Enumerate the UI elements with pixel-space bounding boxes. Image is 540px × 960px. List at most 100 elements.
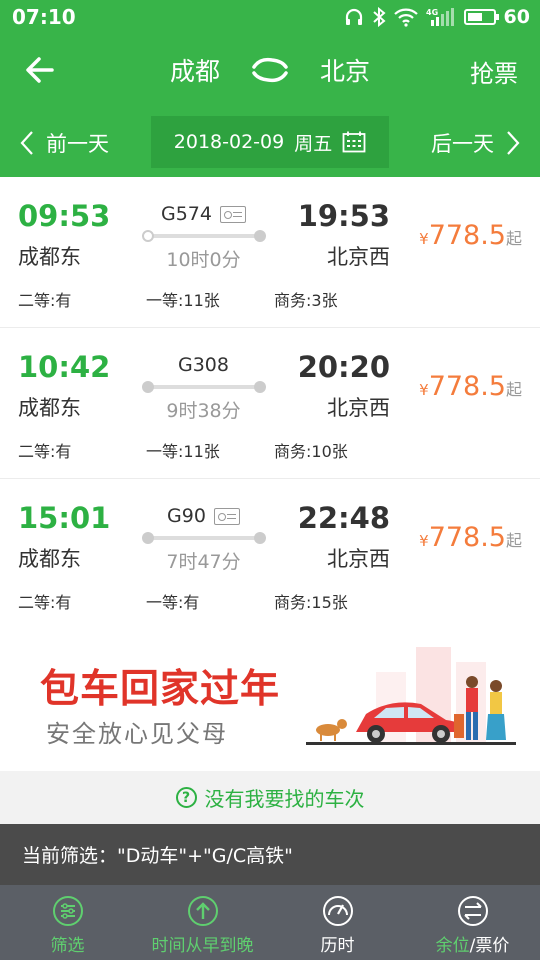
filter-icon [52, 896, 83, 926]
departure-station: 成都东 [18, 547, 81, 571]
seat-business-class: 商务:10张 [274, 442, 348, 461]
not-found-link[interactable]: ? 没有我要找的车次 [0, 771, 540, 824]
battery-percent: 60 [503, 6, 530, 28]
date-selector[interactable]: 2018-02-09 周五 [151, 116, 389, 168]
price-value: 778.5 [428, 522, 506, 553]
track-start-dot [142, 381, 154, 393]
arrival-station: 北京西 [327, 245, 390, 269]
price-value: 778.5 [428, 220, 506, 251]
nav-sort-time[interactable]: 时间从早到晚 [135, 885, 270, 960]
battery-icon [463, 9, 499, 25]
departure-time: 15:01 [18, 501, 111, 535]
bluetooth-icon [372, 7, 386, 27]
route: 成都 北京 [0, 52, 540, 88]
next-day-button[interactable]: 后一天 [431, 128, 520, 158]
arrival-time: 19:53 [297, 199, 390, 233]
route-track [142, 230, 266, 242]
nav-duration[interactable]: 历时 [270, 885, 405, 960]
arrival-time: 22:48 [297, 501, 390, 535]
seat-business-class: 商务:3张 [274, 291, 338, 310]
ad-banner[interactable]: 包车回家过年 安全放心见父母 [0, 628, 540, 771]
arrow-up-circle-icon [187, 896, 218, 926]
price-suffix: 起 [505, 229, 522, 248]
price-value: 778.5 [428, 371, 506, 402]
wifi-icon [393, 8, 418, 27]
gauge-icon [322, 896, 353, 926]
price: ¥778.5起 [419, 522, 522, 553]
train-card[interactable]: 10:42 成都东 G308 9时38分 20:20 北京西 ¥778.5起 二… [0, 328, 540, 479]
network-type-label: 4G [426, 8, 438, 17]
nav-filter[interactable]: 筛选 [0, 885, 135, 960]
price: ¥778.5起 [419, 220, 522, 251]
seat-business-class: 商务:15张 [274, 593, 348, 612]
arrival-time: 20:20 [297, 350, 390, 384]
seat-second-class: 二等:有 [18, 442, 72, 461]
departure-time: 10:42 [18, 350, 111, 384]
seats-price-icon [457, 896, 488, 926]
nav-sort-time-label: 时间从早到晚 [151, 936, 254, 956]
next-day-label: 后一天 [431, 132, 494, 156]
prev-day-button[interactable]: 前一天 [20, 128, 109, 158]
seat-first-class: 一等:有 [146, 593, 200, 612]
train-card[interactable]: 15:01 成都东 G90 7时47分 22:48 北京西 ¥778.5起 二等… [0, 479, 540, 630]
price-currency: ¥ [419, 381, 429, 399]
train-number-label: G574 [161, 203, 212, 225]
arrival-station: 北京西 [327, 396, 390, 420]
track-end-dot [254, 381, 266, 393]
to-city[interactable]: 北京 [320, 52, 370, 88]
nav-seats-part: 余位 [435, 936, 470, 956]
banner-title: 包车回家过年 [40, 667, 281, 712]
nav-seats-price-label: 余位/票价 [436, 931, 510, 956]
grab-ticket-button[interactable]: 抢票 [470, 54, 518, 89]
signal-icon: 4G [426, 8, 454, 26]
weekday-value: 周五 [294, 132, 333, 155]
chevron-right-icon [507, 131, 520, 155]
arrival-station: 北京西 [327, 547, 390, 571]
track-start-dot [142, 532, 154, 544]
price-suffix: 起 [505, 380, 522, 399]
status-time: 07:10 [12, 5, 76, 29]
swap-icon[interactable] [250, 55, 290, 85]
bottom-nav: 筛选 时间从早到晚 历时 余位/票价 [0, 885, 540, 960]
price-currency: ¥ [419, 532, 429, 550]
headphones-icon [345, 8, 362, 25]
route-track [142, 381, 266, 393]
filter-status-bar: 当前筛选："D动车"+"G/C高铁" [0, 824, 540, 885]
seat-second-class: 二等:有 [18, 291, 72, 310]
trip-duration: 7时47分 [166, 551, 241, 573]
status-bar: 07:10 4G 60 [0, 0, 540, 34]
price-currency: ¥ [419, 230, 429, 248]
from-city[interactable]: 成都 [170, 52, 220, 88]
not-found-label: 没有我要找的车次 [204, 787, 365, 811]
train-number: G308 [140, 354, 267, 376]
train-number-label: G90 [167, 505, 206, 527]
departure-time: 09:53 [18, 199, 111, 233]
prev-day-label: 前一天 [46, 132, 109, 156]
id-card-icon [213, 507, 240, 525]
train-number-label: G308 [178, 354, 229, 376]
train-number: G90 [140, 505, 267, 527]
departure-station: 成都东 [18, 245, 81, 269]
battery-level [467, 13, 482, 21]
trip-duration: 10时0分 [166, 249, 241, 271]
banner-car-illustration [306, 647, 516, 745]
nav-price-part: /票价 [469, 936, 510, 956]
train-number: G574 [140, 203, 267, 225]
nav-seats-price[interactable]: 余位/票价 [405, 885, 540, 960]
seat-first-class: 一等:11张 [146, 291, 220, 310]
header: 成都 北京 抢票 [0, 34, 540, 108]
date-value: 2018-02-09 [173, 131, 285, 153]
date-bar: 前一天 2018-02-09 周五 后一天 [0, 108, 540, 177]
train-list: 09:53 成都东 G574 10时0分 19:53 北京西 ¥778.5起 二… [0, 177, 540, 630]
track-start-dot [142, 230, 154, 242]
nav-duration-label: 历时 [320, 936, 355, 956]
train-card[interactable]: 09:53 成都东 G574 10时0分 19:53 北京西 ¥778.5起 二… [0, 177, 540, 328]
status-icons: 4G 60 [344, 5, 530, 29]
track-end-dot [254, 230, 266, 242]
filter-status-text: 当前筛选："D动车"+"G/C高铁" [22, 845, 293, 867]
calendar-icon [342, 131, 366, 153]
price-suffix: 起 [505, 531, 522, 550]
route-track [142, 532, 266, 544]
id-card-icon [220, 205, 246, 223]
seat-first-class: 一等:11张 [146, 442, 220, 461]
